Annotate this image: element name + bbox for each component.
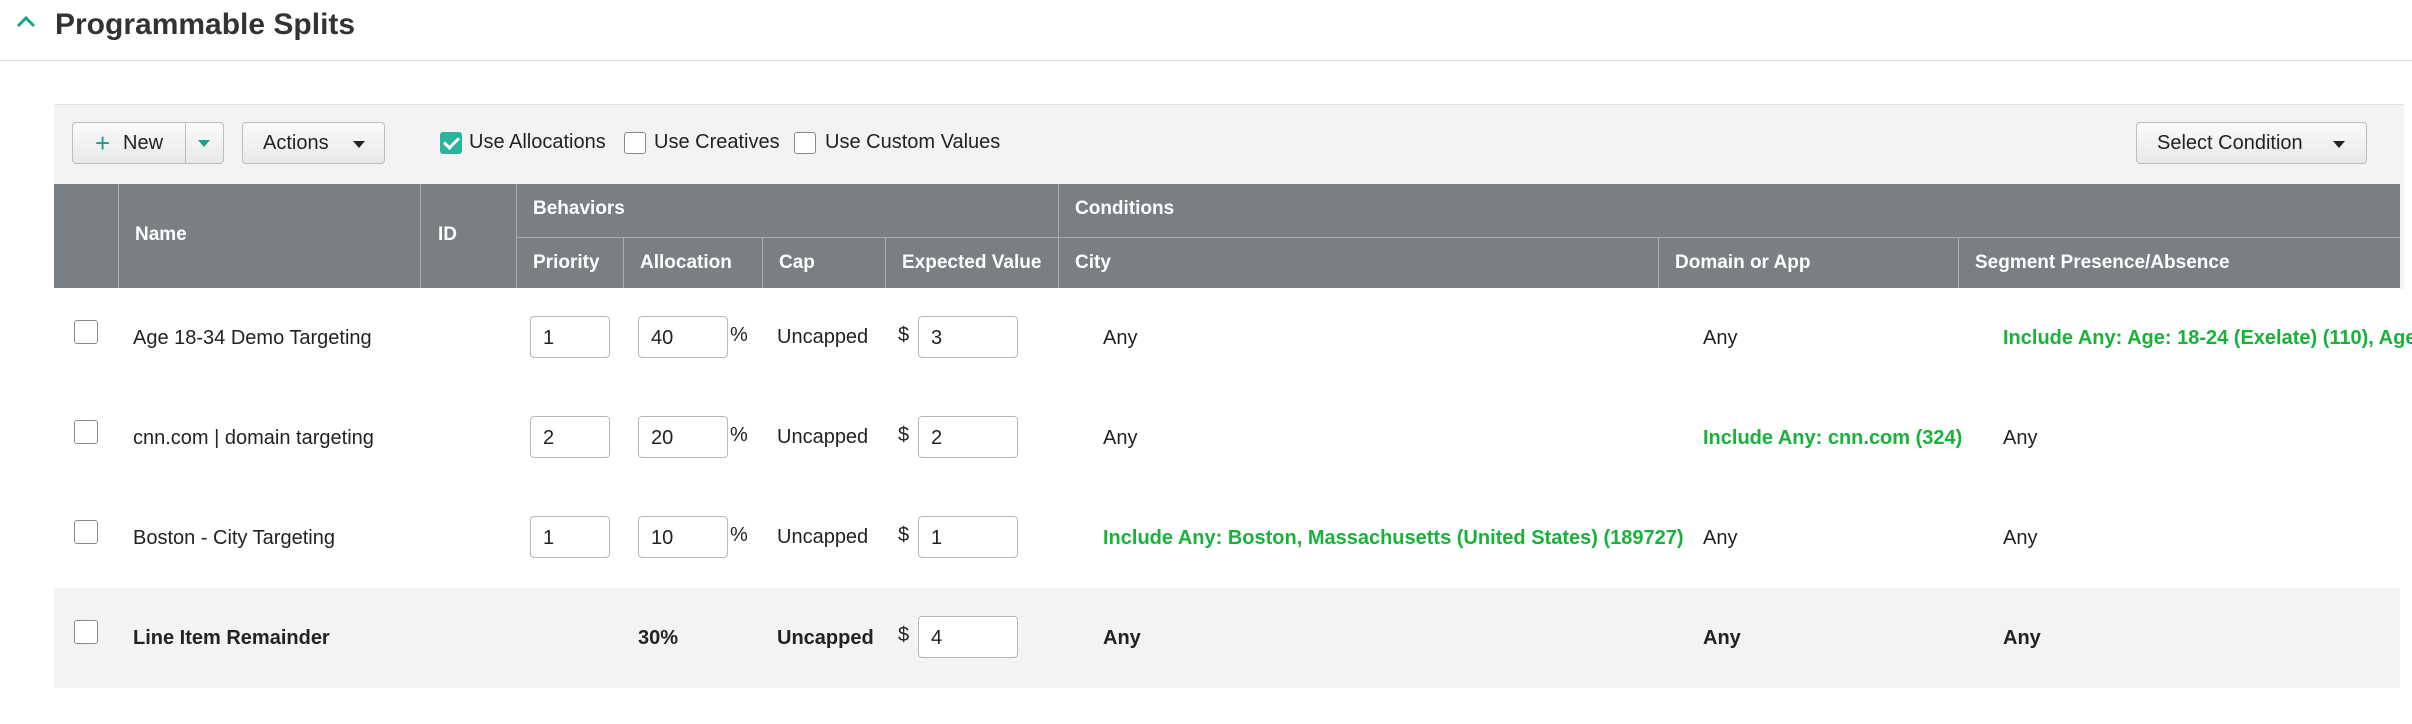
split-name: Line Item Remainder [133,627,330,649]
cap-value: Uncapped [777,326,869,348]
header-domain-or-app[interactable]: Domain or App [1675,252,1810,274]
use-allocations-checkbox[interactable] [440,132,462,154]
header-allocation[interactable]: Allocation [640,252,732,274]
city-condition: Any [1103,427,1138,449]
percent-sign: % [730,424,748,446]
domain-condition: Any [1703,327,1738,349]
use-custom-values-label: Use Custom Values [825,131,1001,153]
cap-value: Uncapped [777,426,869,448]
segment-condition[interactable]: Include Any: Age: 18-24 (Exelate) (110),… [2003,327,2412,350]
remainder-row: Line Item Remainder 30% Uncapped $ 4 Any… [54,588,2400,688]
use-custom-values-checkbox[interactable] [794,132,816,154]
section-header: Programmable Splits [0,0,2412,61]
header-id[interactable]: ID [438,224,457,246]
actions-button-label: Actions [263,132,329,154]
header-behaviors: Behaviors [533,198,625,219]
chevron-up-icon[interactable] [14,10,38,34]
divider [1958,237,1959,288]
header-priority[interactable]: Priority [533,252,600,274]
row-checkbox[interactable] [74,420,98,444]
cap-value: Uncapped [777,526,869,548]
divider [516,184,517,288]
allocation-input[interactable]: 10 [638,516,728,558]
allocation-input[interactable]: 40 [638,316,728,358]
divider [623,237,624,288]
new-dropdown-caret-icon[interactable] [198,140,210,147]
table-row: Boston - City Targeting 1 10 % Uncapped … [54,488,2400,589]
use-allocations-label: Use Allocations [469,131,606,153]
segment-condition: Any [2003,627,2041,649]
split-name: cnn.com | domain targeting [133,427,374,449]
divider [1058,184,1059,288]
divider [762,237,763,288]
city-condition[interactable]: Include Any: Boston, Massachusetts (Unit… [1103,527,1684,550]
dollar-sign: $ [898,324,910,346]
header-conditions: Conditions [1075,198,1175,219]
table-row: Age 18-34 Demo Targeting 1 40 % Uncapped… [54,288,2412,389]
split-name: Boston - City Targeting [133,527,335,549]
segment-condition: Any [2003,527,2038,549]
plus-icon: + [95,128,111,158]
header-name[interactable]: Name [135,224,187,246]
row-checkbox[interactable] [74,320,98,344]
select-condition-button[interactable]: Select Condition [2136,122,2367,164]
priority-input[interactable]: 1 [530,516,610,558]
city-condition: Any [1103,327,1138,349]
expected-value-input[interactable]: 2 [918,416,1018,458]
new-button[interactable]: + New [72,122,224,164]
percent-sign: % [730,324,748,346]
city-condition: Any [1103,627,1141,649]
table-row: cnn.com | domain targeting 2 20 % Uncapp… [54,388,2400,489]
domain-condition[interactable]: Include Any: cnn.com (324) [1703,427,1962,450]
header-segment[interactable]: Segment Presence/Absence [1975,252,2230,274]
domain-condition: Any [1703,627,1741,649]
divider [1658,237,1659,288]
use-creatives-checkbox[interactable] [624,132,646,154]
split-name: Age 18-34 Demo Targeting [133,327,372,349]
priority-input[interactable]: 1 [530,316,610,358]
segment-condition: Any [2003,427,2038,449]
domain-condition: Any [1703,527,1738,549]
new-button-label: New [123,132,164,154]
dollar-sign: $ [898,524,910,546]
divider [516,237,2400,238]
allocation-input[interactable]: 20 [638,416,728,458]
percent-sign: % [730,524,748,546]
header-cap[interactable]: Cap [779,252,815,274]
caret-down-icon [2333,141,2345,148]
allocation-value: 30% [638,627,679,649]
dollar-sign: $ [898,424,910,446]
expected-value-input[interactable]: 3 [918,316,1018,358]
button-divider [185,123,186,163]
actions-button[interactable]: Actions [242,122,385,164]
expected-value-input[interactable]: 4 [918,616,1018,658]
priority-input[interactable]: 2 [530,416,610,458]
dollar-sign: $ [898,624,910,646]
divider [420,184,421,288]
cap-value: Uncapped [777,627,874,649]
divider [118,184,119,288]
select-condition-label: Select Condition [2157,132,2303,154]
use-creatives-label: Use Creatives [654,131,780,153]
header-city[interactable]: City [1075,252,1111,274]
table-header: Name ID Behaviors Conditions Priority Al… [54,184,2400,288]
caret-down-icon [353,141,365,148]
section-title: Programmable Splits [55,8,356,41]
row-checkbox[interactable] [74,520,98,544]
row-checkbox[interactable] [74,620,98,644]
header-expected-value[interactable]: Expected Value [902,252,1041,274]
expected-value-input[interactable]: 1 [918,516,1018,558]
divider [885,237,886,288]
